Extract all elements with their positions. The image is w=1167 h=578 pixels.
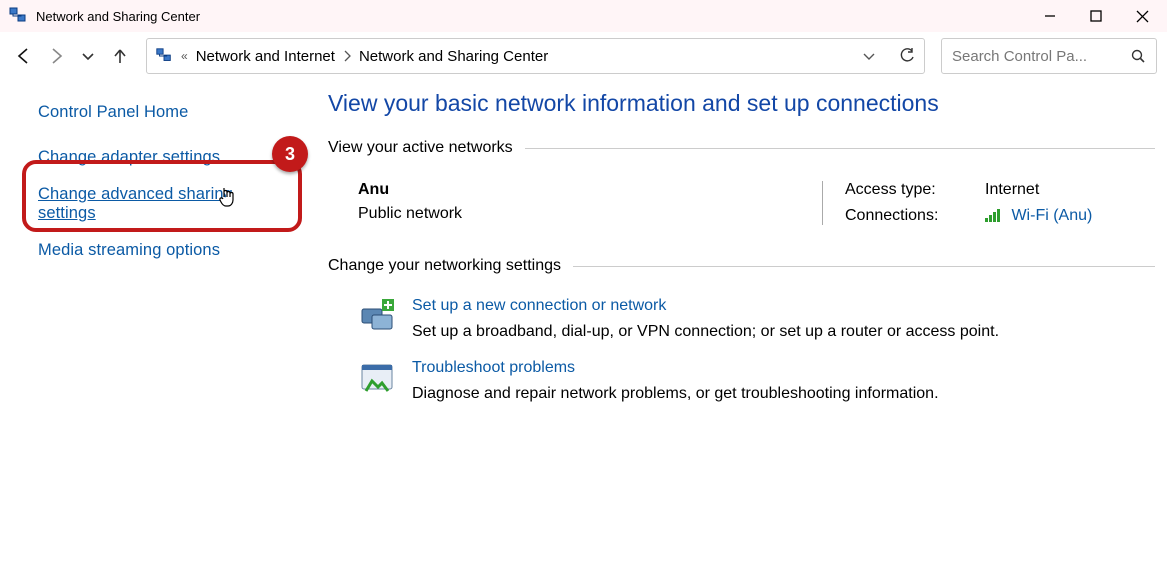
network-type: Public network bbox=[358, 205, 798, 223]
history-dropdown[interactable] bbox=[74, 42, 102, 70]
sidebar-link-media-streaming[interactable]: Media streaming options bbox=[38, 232, 294, 269]
forward-button[interactable] bbox=[42, 42, 70, 70]
breadcrumb-icon bbox=[155, 47, 173, 65]
access-type-label: Access type: bbox=[845, 181, 985, 199]
connection-link[interactable]: Wi-Fi (Anu) bbox=[1011, 207, 1092, 224]
setup-connection-icon bbox=[358, 297, 398, 337]
connections-label: Connections: bbox=[845, 207, 985, 225]
access-type-value: Internet bbox=[985, 181, 1155, 199]
divider bbox=[525, 148, 1155, 149]
window-titlebar: Network and Sharing Center bbox=[0, 0, 1167, 32]
back-button[interactable] bbox=[10, 42, 38, 70]
breadcrumb-seg-1[interactable]: Network and Internet bbox=[196, 48, 335, 65]
up-button[interactable] bbox=[106, 42, 134, 70]
action-setup-connection-link[interactable]: Set up a new connection or network bbox=[412, 297, 666, 314]
breadcrumb-dropdown[interactable] bbox=[862, 49, 876, 63]
chevron-right-icon bbox=[343, 50, 351, 62]
breadcrumb[interactable]: « Network and Internet Network and Shari… bbox=[146, 38, 925, 74]
breadcrumb-seg-2[interactable]: Network and Sharing Center bbox=[359, 48, 548, 65]
action-troubleshoot-desc: Diagnose and repair network problems, or… bbox=[412, 377, 939, 403]
troubleshoot-icon bbox=[358, 359, 398, 399]
nav-toolbar: « Network and Internet Network and Shari… bbox=[0, 32, 1167, 80]
search-icon bbox=[1130, 48, 1146, 64]
tutorial-step-badge: 3 bbox=[272, 136, 308, 172]
section-label: Change your networking settings bbox=[328, 257, 561, 275]
sidebar: Control Panel Home Change adapter settin… bbox=[0, 84, 318, 570]
sidebar-link-home[interactable]: Control Panel Home bbox=[38, 94, 294, 131]
wifi-signal-icon bbox=[985, 209, 1003, 223]
section-active-networks: View your active networks bbox=[328, 139, 1155, 157]
maximize-button[interactable] bbox=[1073, 0, 1119, 32]
refresh-button[interactable] bbox=[898, 47, 916, 65]
network-name: Anu bbox=[358, 181, 798, 205]
sidebar-link-advanced-sharing[interactable]: Change advanced sharing settings bbox=[38, 176, 294, 232]
app-icon bbox=[8, 6, 28, 26]
section-change-settings: Change your networking settings bbox=[328, 257, 1155, 275]
section-label: View your active networks bbox=[328, 139, 513, 157]
close-button[interactable] bbox=[1119, 0, 1165, 32]
window-title: Network and Sharing Center bbox=[36, 9, 1027, 24]
search-placeholder: Search Control Pa... bbox=[952, 48, 1087, 65]
action-troubleshoot-link[interactable]: Troubleshoot problems bbox=[412, 359, 575, 376]
content: View your basic network information and … bbox=[318, 84, 1167, 570]
minimize-button[interactable] bbox=[1027, 0, 1073, 32]
page-heading: View your basic network information and … bbox=[328, 84, 1155, 135]
action-troubleshoot: Troubleshoot problems Diagnose and repai… bbox=[328, 347, 1155, 409]
action-setup-connection-desc: Set up a broadband, dial-up, or VPN conn… bbox=[412, 315, 999, 341]
active-network: Anu Public network Access type: Internet… bbox=[328, 167, 1155, 243]
search-input[interactable]: Search Control Pa... bbox=[941, 38, 1157, 74]
divider bbox=[573, 266, 1155, 267]
sidebar-link-adapter[interactable]: Change adapter settings bbox=[38, 139, 294, 176]
breadcrumb-ellipsis[interactable]: « bbox=[181, 49, 188, 63]
vertical-divider bbox=[822, 181, 823, 225]
action-setup-connection: Set up a new connection or network Set u… bbox=[328, 285, 1155, 347]
